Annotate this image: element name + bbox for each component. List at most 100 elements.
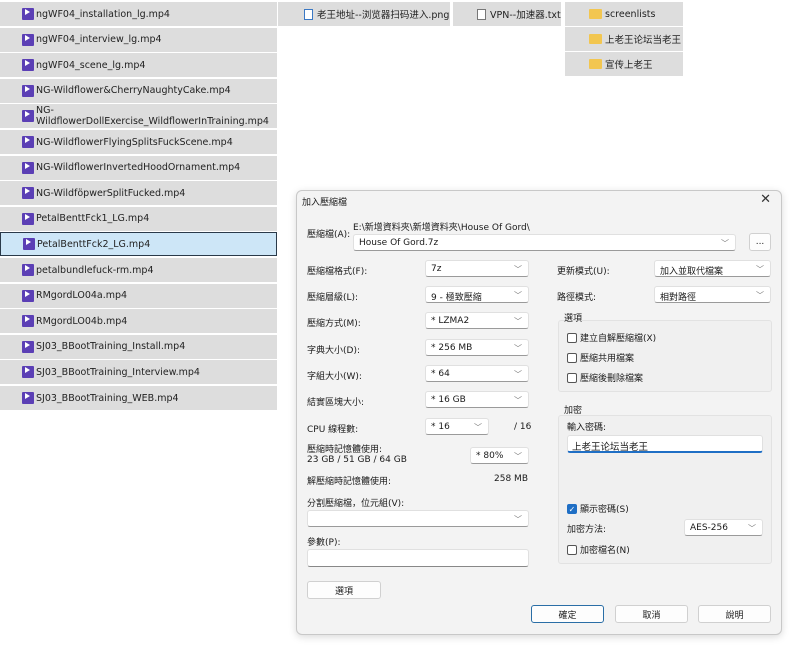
folder-item[interactable]: 宣传上老王 xyxy=(565,52,683,76)
level-select[interactable]: 9 - 極致壓縮 ﹀ xyxy=(425,286,529,303)
options-group-title: 選項 xyxy=(564,314,583,324)
sfx-checkbox[interactable]: 建立自解壓縮檔(X) xyxy=(567,331,656,344)
mem-select[interactable]: * 80% ﹀ xyxy=(470,447,529,464)
cpu-select[interactable]: * 16 ﹀ xyxy=(425,418,489,435)
file-name: NG-WildföpwerSplitFucked.mp4 xyxy=(36,187,186,199)
file-name: petalbundlefuck-rm.mp4 xyxy=(36,264,154,276)
cancel-button[interactable]: 取消 xyxy=(615,605,688,623)
chevron-down-icon: ﹀ xyxy=(721,239,729,248)
update-label: 更新模式(U): xyxy=(557,267,610,277)
folder-name: screenlists xyxy=(605,8,656,20)
file-name: 老王地址--浏览器扫码进入.png xyxy=(317,10,450,21)
checkbox-label: 加密檔名(N) xyxy=(580,546,630,556)
archive-path: E:\新增資料夾\新增資料夾\House Of Gord\ xyxy=(353,223,530,233)
cpu-label: CPU 線程數: xyxy=(307,425,359,435)
file-row[interactable]: NG-WildflowerInvertedHoodOrnament.mp4 xyxy=(0,155,277,180)
method-label: 壓縮方式(M): xyxy=(307,319,361,329)
close-icon[interactable]: ✕ xyxy=(760,192,771,207)
file-row[interactable]: NG-WildföpwerSplitFucked.mp4 xyxy=(0,181,277,206)
split-select[interactable]: ﹀ xyxy=(307,510,529,527)
checkbox-label: 壓縮後刪除檔案 xyxy=(580,374,644,384)
delete-after-checkbox[interactable]: 壓縮後刪除檔案 xyxy=(567,371,643,384)
mp4-file-icon xyxy=(22,212,34,225)
file-name: PetalBenttFck1_LG.mp4 xyxy=(36,213,150,225)
archive-name-combo[interactable]: House Of Gord.7z ﹀ xyxy=(353,234,736,251)
file-row[interactable]: ngWF04_interview_lg.mp4 xyxy=(0,27,277,52)
file-row[interactable]: PetalBenttFck1_LG.mp4 xyxy=(0,206,277,231)
chevron-down-icon: ﹀ xyxy=(514,515,522,524)
format-label: 壓縮檔格式(F): xyxy=(307,267,368,277)
mem-value: * 80% xyxy=(476,451,504,461)
chevron-down-icon: ﹀ xyxy=(474,423,482,432)
solid-label: 結實區塊大小: xyxy=(307,398,365,408)
file-row[interactable]: SJ03_BBootTraining_Install.mp4 xyxy=(0,334,277,359)
mp4-file-icon xyxy=(23,238,35,251)
file-row[interactable]: SJ03_BBootTraining_Interview.mp4 xyxy=(0,360,277,385)
chevron-down-icon: ﹀ xyxy=(756,291,764,300)
shared-files-checkbox[interactable]: 壓縮共用檔案 xyxy=(567,351,634,364)
password-input[interactable]: 上老王论坛当老王 xyxy=(567,435,763,453)
checkbox-icon xyxy=(567,332,577,343)
folder-item[interactable]: 上老王论坛当老王 xyxy=(565,27,683,51)
encrypt-names-checkbox[interactable]: 加密檔名(N) xyxy=(567,543,630,556)
level-label: 壓縮層級(L): xyxy=(307,293,359,303)
enc-method-select[interactable]: AES-256 ﹀ xyxy=(684,519,763,536)
file-row[interactable]: RMgordLO04a.mp4 xyxy=(0,283,277,308)
mp4-file-icon xyxy=(22,289,34,302)
checkbox-label: 建立自解壓縮檔(X) xyxy=(580,334,657,344)
text-file-icon xyxy=(477,8,486,20)
format-select[interactable]: 7z ﹀ xyxy=(425,260,529,277)
file-row[interactable]: NG-WildflowerFlyingSplitsFuckScene.mp4 xyxy=(0,130,277,154)
mp4-file-icon xyxy=(22,264,34,276)
file-row[interactable]: petalbundlefuck-rm.mp4 xyxy=(0,258,277,282)
dialog-title: 加入壓縮檔 xyxy=(302,198,348,208)
word-select[interactable]: * 64 ﹀ xyxy=(425,365,529,382)
decomp-value: 258 MB xyxy=(494,474,528,484)
mp4-file-icon xyxy=(22,187,34,200)
file-row[interactable]: ngWF04_scene_lg.mp4 xyxy=(0,53,277,78)
file-row[interactable]: SJ03_BBootTraining_WEB.mp4 xyxy=(0,386,277,410)
cpu-max: / 16 xyxy=(514,422,532,432)
params-input[interactable] xyxy=(307,549,529,567)
file-row[interactable]: ngWF04_installation_lg.mp4 xyxy=(0,2,277,26)
file-name: NG-WildflowerFlyingSplitsFuckScene.mp4 xyxy=(36,136,233,148)
folder-item[interactable]: screenlists xyxy=(565,2,683,26)
path-label: 路徑模式: xyxy=(557,293,597,303)
file-name: RMgordLO04b.mp4 xyxy=(36,315,128,327)
file-name: NG-Wildflower&CherryNaughtyCake.mp4 xyxy=(36,85,231,97)
show-password-checkbox[interactable]: ✓ 顯示密碼(S) xyxy=(567,502,629,515)
method-select[interactable]: * LZMA2 ﹀ xyxy=(425,312,529,329)
file-name: PetalBenttFck2_LG.mp4 xyxy=(37,238,151,250)
file-row[interactable]: PetalBenttFck2_LG.mp4 xyxy=(0,232,277,257)
file-row[interactable]: NG-Wildflower&CherryNaughtyCake.mp4 xyxy=(0,78,277,103)
cpu-value: * 16 xyxy=(431,422,450,432)
checkbox-icon xyxy=(567,352,577,363)
ok-button[interactable]: 確定 xyxy=(531,605,604,623)
file-name: NG-WildflowerInvertedHoodOrnament.mp4 xyxy=(36,162,241,174)
enc-method-value: AES-256 xyxy=(690,523,728,533)
folder-icon xyxy=(589,59,602,69)
browse-button[interactable]: ... xyxy=(749,233,771,251)
mp4-file-icon xyxy=(22,161,34,174)
file-name: RMgordLO04a.mp4 xyxy=(36,290,128,302)
mp4-file-icon xyxy=(22,110,34,123)
update-select[interactable]: 加入並取代檔案 ﹀ xyxy=(654,260,771,277)
image-file-icon xyxy=(304,8,313,20)
add-archive-dialog: 加入壓縮檔 ✕ 壓縮檔(A): E:\新增資料夾\新增資料夾\House Of … xyxy=(296,190,782,635)
solid-select[interactable]: * 16 GB ﹀ xyxy=(425,391,529,408)
file-png[interactable]: 老王地址--浏览器扫码进入.png xyxy=(278,2,450,26)
mem-label: 壓縮時記憶體使用: xyxy=(307,445,383,455)
help-button[interactable]: 說明 xyxy=(698,605,771,623)
decomp-label: 解壓縮時記憶體使用: xyxy=(307,477,392,487)
path-select[interactable]: 相對路徑 ﹀ xyxy=(654,286,771,303)
folder-name: 上老王论坛当老王 xyxy=(605,35,682,46)
chevron-down-icon: ﹀ xyxy=(514,265,522,274)
chevron-down-icon: ﹀ xyxy=(514,396,522,405)
file-row[interactable]: NG-WildflowerDollExercise_WildflowerInTr… xyxy=(0,104,277,129)
options-button[interactable]: 選項 xyxy=(307,581,381,599)
file-row[interactable]: RMgordLO04b.mp4 xyxy=(0,309,277,334)
dict-select[interactable]: * 256 MB ﹀ xyxy=(425,339,529,356)
file-txt[interactable]: VPN--加速器.txt xyxy=(453,2,561,26)
mp4-file-icon xyxy=(22,392,34,404)
checkbox-icon xyxy=(567,544,577,555)
